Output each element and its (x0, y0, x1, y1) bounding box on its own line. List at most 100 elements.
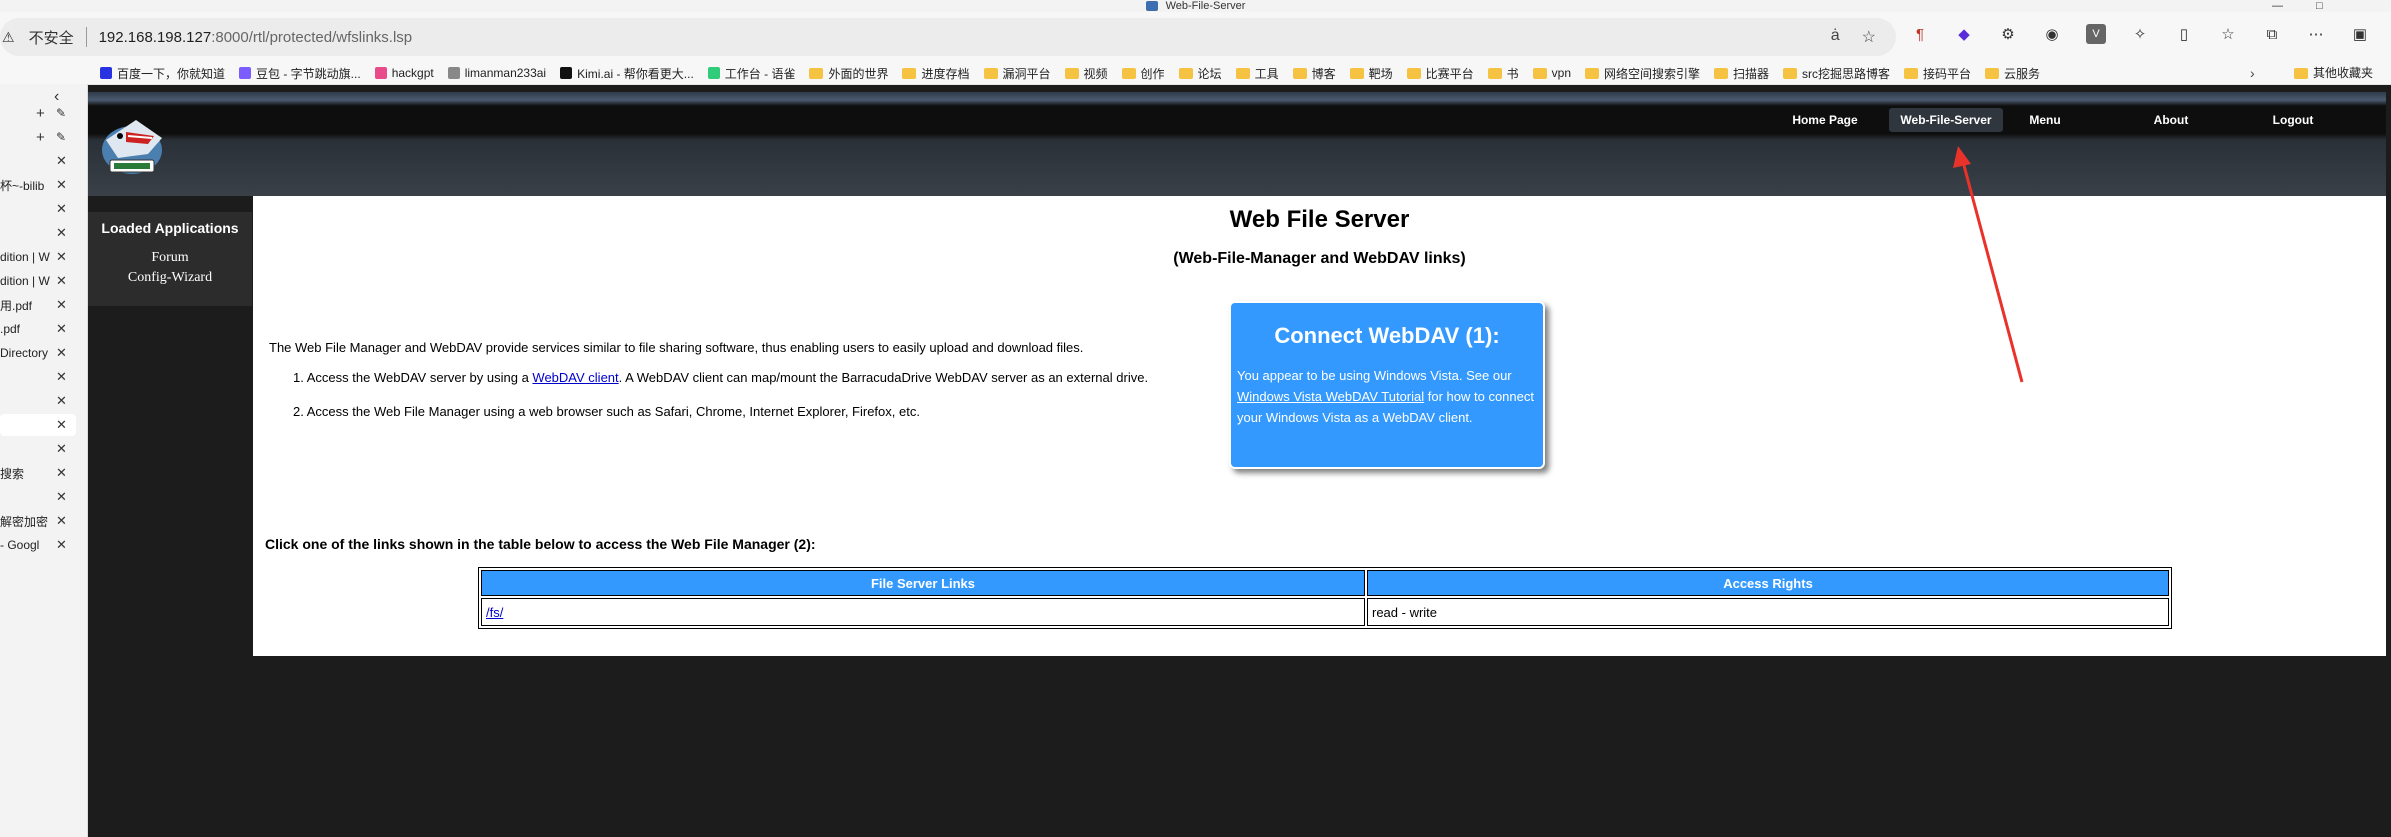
maximize-icon[interactable]: □ (2316, 0, 2323, 12)
side-tab[interactable]: ✕ (0, 198, 87, 220)
close-icon[interactable]: ✕ (56, 201, 67, 217)
bookmark-label: 外面的世界 (828, 66, 889, 81)
warning-icon[interactable]: ⚠ (2, 29, 15, 46)
left-nav-forum[interactable]: Forum (88, 250, 252, 266)
bookmark-item[interactable]: Kimi.ai - 帮你看更大... (560, 65, 694, 82)
close-icon[interactable]: ✕ (56, 369, 67, 385)
side-tab[interactable]: ✕ (0, 390, 87, 412)
pencil-icon[interactable]: ✎ (56, 106, 66, 120)
favicon-icon (374, 67, 387, 79)
side-tab[interactable]: ✕ (0, 414, 76, 436)
bookmark-item[interactable]: 论坛 (1178, 65, 1222, 82)
gear-icon[interactable]: ⚙ (1998, 24, 2018, 44)
close-icon[interactable]: ✕ (56, 537, 67, 553)
extension-icon[interactable]: ¶ (1910, 24, 1930, 44)
side-tab[interactable]: dition | W ✕ (0, 270, 87, 292)
close-icon[interactable]: ✕ (56, 417, 67, 433)
close-icon[interactable]: ✕ (56, 441, 67, 457)
other-favorites[interactable]: 其他收藏夹 (2294, 62, 2373, 84)
vista-tutorial-link[interactable]: Windows Vista WebDAV Tutorial (1237, 389, 1424, 404)
webdav-client-link[interactable]: WebDAV client (532, 370, 618, 385)
side-tab[interactable]: ✕ (0, 150, 87, 172)
bookmark-item[interactable]: 博客 (1292, 65, 1336, 82)
close-icon[interactable]: ✕ (56, 489, 67, 505)
minimize-icon[interactable]: — (2272, 0, 2283, 12)
side-tab[interactable]: ✕ (0, 486, 87, 508)
close-icon[interactable]: ✕ (56, 249, 67, 265)
close-icon[interactable]: ✕ (56, 177, 67, 193)
security-label[interactable]: 不安全 (29, 27, 74, 48)
bookmark-item[interactable]: 工具 (1235, 65, 1279, 82)
bookmark-item[interactable]: 视频 (1064, 65, 1108, 82)
pencil-icon[interactable]: ✎ (56, 130, 66, 144)
bookmark-item[interactable]: 网络空间搜索引擎 (1585, 65, 1700, 82)
side-tab[interactable]: ✕ (0, 222, 87, 244)
close-icon[interactable]: ✕ (56, 465, 67, 481)
side-tab[interactable]: 解密加密 ✕ (0, 510, 87, 532)
sidebar-toggle-icon[interactable]: ▣ (2350, 24, 2370, 44)
side-tab[interactable]: .pdf ✕ (0, 318, 87, 340)
bookmark-item[interactable]: 豆包 - 字节跳动旗... (239, 65, 361, 82)
side-tab-label: Directory (0, 346, 49, 360)
fs-link[interactable]: /fs/ (486, 605, 503, 620)
bookmark-item[interactable]: 书 (1487, 65, 1519, 82)
close-icon[interactable]: ✕ (56, 153, 67, 169)
close-icon[interactable]: ✕ (56, 321, 67, 337)
bookmark-item[interactable]: hackgpt (374, 66, 434, 80)
close-icon[interactable]: ✕ (56, 345, 67, 361)
bookmark-item[interactable]: 靶场 (1349, 65, 1393, 82)
extension-icon[interactable]: ◆ (1954, 24, 1974, 44)
bookmark-item[interactable]: 进度存档 (902, 65, 970, 82)
column-header: Access Rights (1367, 570, 2169, 596)
nav-web-file-server[interactable]: Web-File-Server (1889, 108, 2003, 132)
bookmark-item[interactable]: 接码平台 (1904, 65, 1971, 82)
nav-logout[interactable]: Logout (2248, 108, 2338, 132)
close-icon[interactable]: ✕ (56, 273, 67, 289)
bookmark-item[interactable]: vpn (1532, 66, 1571, 80)
bookmark-item[interactable]: 扫描器 (1714, 65, 1769, 82)
bookmark-item[interactable]: 漏洞平台 (983, 65, 1051, 82)
plus-icon[interactable]: + (36, 129, 45, 146)
extension-icon[interactable]: ◉ (2042, 24, 2062, 44)
close-icon[interactable]: ✕ (56, 297, 67, 313)
extension-icon[interactable]: V (2086, 24, 2106, 44)
side-tab-label: - Googl (0, 538, 40, 552)
side-tab[interactable]: + ✎ (0, 102, 87, 124)
side-tab[interactable]: ✕ (0, 366, 87, 388)
nav-home[interactable]: Home Page (1770, 108, 1880, 132)
chevron-right-icon[interactable]: › (2250, 62, 2255, 84)
side-tab[interactable]: dition | W ✕ (0, 246, 87, 268)
close-icon[interactable]: ✕ (56, 225, 67, 241)
plus-icon[interactable]: + (36, 105, 45, 122)
bookmark-item[interactable]: src挖掘思路博客 (1783, 65, 1890, 82)
puzzle-icon[interactable]: ✧ (2130, 24, 2150, 44)
url-text[interactable]: 192.168.198.127:8000/rtl/protected/wfsli… (99, 29, 413, 46)
bookmark-item[interactable]: 比赛平台 (1406, 65, 1474, 82)
side-tab[interactable]: + ✎ (0, 126, 87, 148)
more-icon[interactable]: ⋯ (2306, 24, 2326, 44)
bookmark-label: 视频 (1083, 66, 1108, 81)
bookmark-item[interactable]: 工作台 - 语雀 (707, 65, 795, 82)
favorites-icon[interactable]: ☆ (2218, 24, 2238, 44)
left-nav-config-wizard[interactable]: Config-Wizard (88, 270, 252, 286)
bookmark-item[interactable]: 创作 (1121, 65, 1165, 82)
side-tab[interactable]: 杯~-bilib ✕ (0, 174, 87, 196)
bookmark-item[interactable]: 外面的世界 (809, 65, 888, 82)
side-tab[interactable]: 用.pdf ✕ (0, 294, 87, 316)
bookmark-item[interactable]: 百度一下，你就知道 (100, 65, 225, 82)
read-aloud-icon[interactable]: ȧ (1831, 27, 1840, 47)
side-tab[interactable]: - Googl ✕ (0, 534, 87, 556)
side-tab[interactable]: ✕ (0, 438, 87, 460)
collections-icon[interactable]: ⧉ (2262, 24, 2282, 44)
split-screen-icon[interactable]: ▯ (2174, 24, 2194, 44)
bookmark-item[interactable]: limanman233ai (447, 66, 546, 80)
bookmark-item[interactable]: 云服务 (1985, 65, 2040, 82)
side-tab[interactable]: 搜索 ✕ (0, 462, 87, 484)
nav-about[interactable]: About (2126, 108, 2216, 132)
star-icon[interactable]: ☆ (1862, 27, 1876, 47)
close-icon[interactable]: ✕ (56, 393, 67, 409)
url-field[interactable]: ⚠ 不安全 192.168.198.127:8000/rtl/protected… (0, 18, 1896, 56)
side-tab[interactable]: Directory ✕ (0, 342, 87, 364)
nav-menu[interactable]: Menu (2000, 108, 2090, 132)
close-icon[interactable]: ✕ (56, 513, 67, 529)
